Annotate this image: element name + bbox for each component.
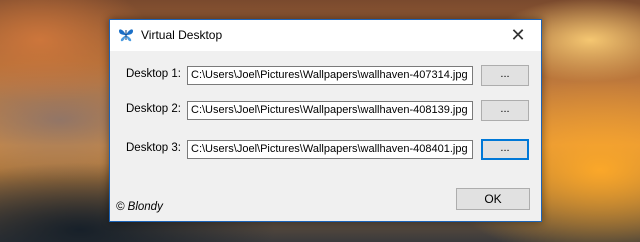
desktop-1-browse-button[interactable]: ... <box>481 65 529 86</box>
close-icon: ✕ <box>510 25 526 45</box>
virtual-desktop-dialog: Virtual Desktop ✕ Desktop 1: C:\Users\Jo… <box>109 19 542 222</box>
desktop-2-label: Desktop 2: <box>126 103 181 115</box>
ok-button[interactable]: OK <box>456 188 530 210</box>
desktop-1-path-field[interactable]: C:\Users\Joel\Pictures\Wallpapers\wallha… <box>187 66 473 85</box>
desktop-3-label: Desktop 3: <box>126 142 181 154</box>
desktop-2-path-field[interactable]: C:\Users\Joel\Pictures\Wallpapers\wallha… <box>187 101 473 120</box>
close-button[interactable]: ✕ <box>495 20 541 51</box>
copyright-text: © Blondy <box>116 201 163 213</box>
desktop-1-label: Desktop 1: <box>126 68 181 80</box>
desktop-3-path-field[interactable]: C:\Users\Joel\Pictures\Wallpapers\wallha… <box>187 140 473 159</box>
butterfly-icon <box>118 27 134 43</box>
desktop-2-browse-button[interactable]: ... <box>481 100 529 121</box>
window-title: Virtual Desktop <box>141 28 223 42</box>
desktop-3-browse-button[interactable]: ... <box>481 139 529 160</box>
title-bar[interactable]: Virtual Desktop ✕ <box>110 20 541 51</box>
